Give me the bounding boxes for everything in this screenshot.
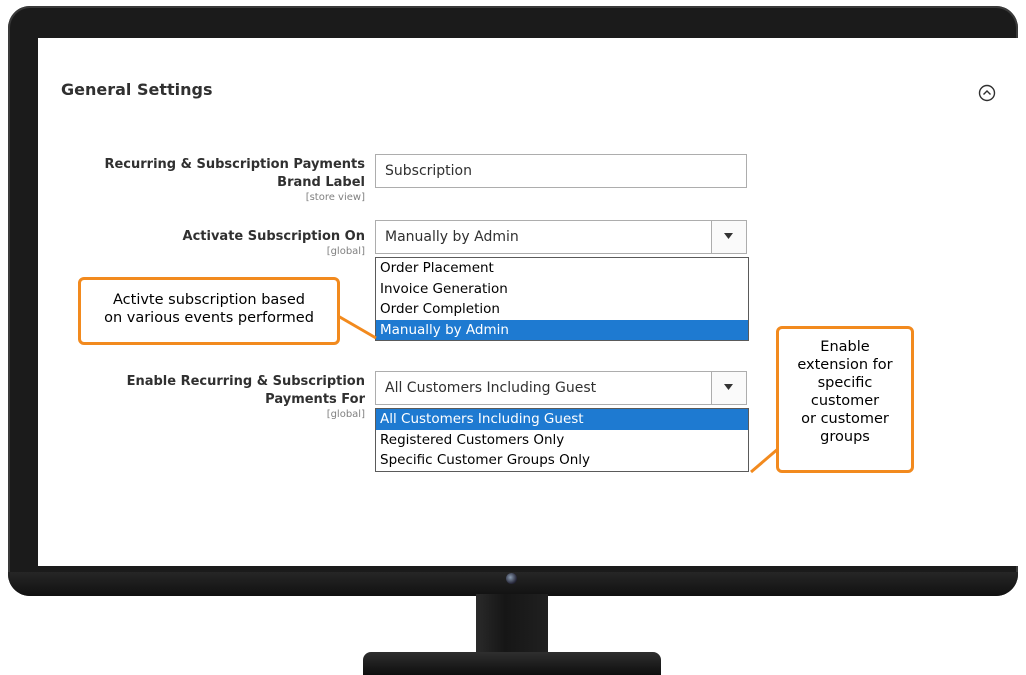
activate-callout: Activte subscription based on various ev… (78, 277, 340, 345)
enable-callout-line1: Enable (820, 339, 870, 355)
screen: General Settings Recurring & Subscriptio… (38, 38, 1023, 566)
enable-callout-line6: groups (820, 429, 870, 445)
enable-callout-line3: specific (817, 375, 873, 391)
enable-callout-line5: or customer (801, 411, 889, 427)
monitor-stand-neck (476, 594, 548, 656)
activate-callout-pointer (337, 314, 377, 340)
enable-callout-line4: customer (810, 393, 880, 409)
activate-callout-line2: on various events performed (104, 310, 314, 326)
enable-callout-line2: extension for (797, 357, 893, 373)
enable-callout: Enable extension for specific customer o… (776, 326, 914, 473)
monitor-stand-base (363, 652, 661, 675)
webcam-icon (506, 573, 517, 584)
activate-callout-line1: Activte subscription based (113, 292, 305, 308)
